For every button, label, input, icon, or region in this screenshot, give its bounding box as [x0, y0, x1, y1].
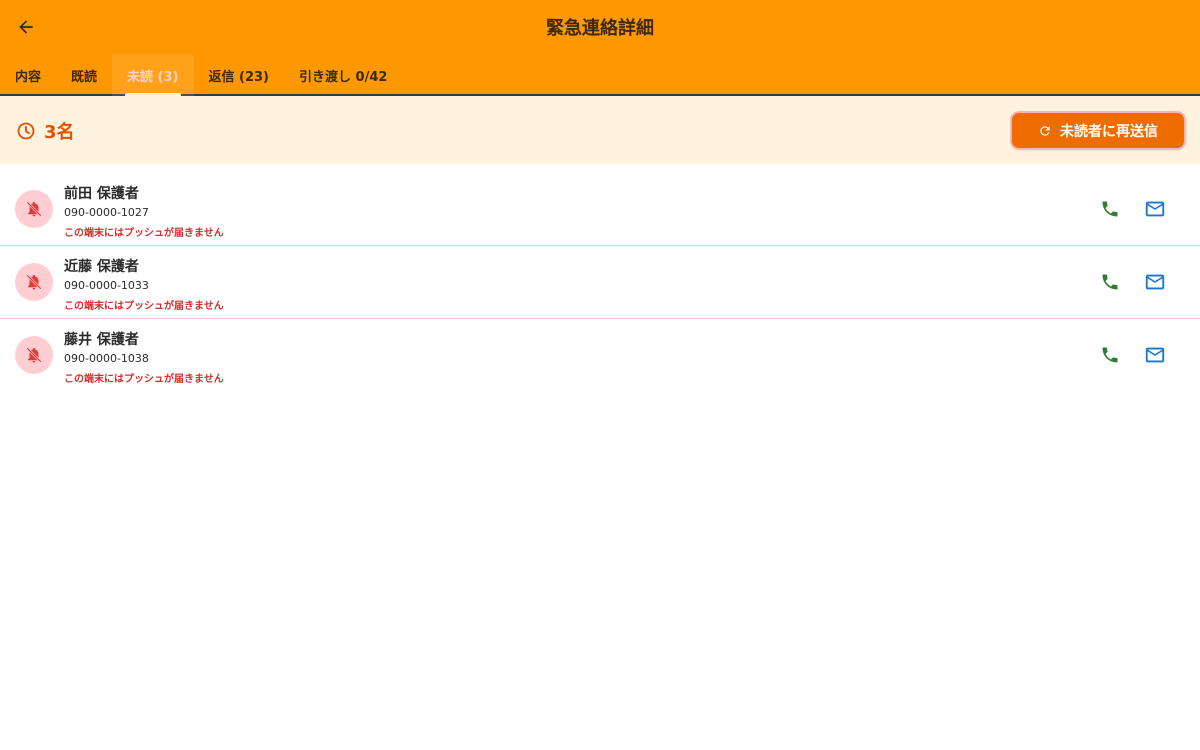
resend-unread-button[interactable]: 未読者に再送信: [1012, 113, 1184, 148]
unread-count: 3名: [16, 118, 75, 144]
tab-read[interactable]: 既読: [56, 54, 112, 96]
tab-label: 未読 (3): [127, 69, 179, 85]
email-button[interactable]: [1143, 197, 1167, 221]
mail-icon: [1145, 347, 1165, 363]
tab-label: 引き渡し 0/42: [299, 69, 388, 85]
arrow-left-icon: [19, 20, 33, 34]
tab-bar: 内容 既読 未読 (3) 返信 (23) 引き渡し 0/42: [0, 54, 402, 96]
recipient-phone: 090-0000-1027: [64, 206, 149, 219]
unread-summary-bar: 3名 未読者に再送信: [0, 96, 1200, 164]
phone-icon: [1102, 274, 1118, 290]
list-item[interactable]: 前田 保護者 090-0000-1027 この端末にはプッシュが届きません: [0, 173, 1200, 246]
resend-button-label: 未読者に再送信: [1060, 123, 1158, 140]
unread-recipient-list: 前田 保護者 090-0000-1027 この端末にはプッシュが届きません 近藤…: [0, 173, 1200, 391]
app-bar: 緊急連絡詳細 内容 既読 未読 (3) 返信 (23) 引き渡し 0/42: [0, 0, 1200, 96]
recipient-phone: 090-0000-1038: [64, 352, 149, 365]
tab-handover[interactable]: 引き渡し 0/42: [284, 54, 402, 96]
recipient-phone: 090-0000-1033: [64, 279, 149, 292]
push-warning: この端末にはプッシュが届きません: [64, 301, 224, 312]
avatar: [15, 190, 53, 228]
avatar: [15, 263, 53, 301]
list-item[interactable]: 藤井 保護者 090-0000-1038 この端末にはプッシュが届きません: [0, 319, 1200, 391]
mail-icon: [1145, 274, 1165, 290]
back-button[interactable]: [10, 12, 42, 42]
clock-icon: [17, 122, 35, 140]
phone-icon: [1102, 347, 1118, 363]
unread-count-text: 3名: [44, 122, 75, 143]
notifications-off-icon: [26, 201, 42, 217]
tab-content[interactable]: 内容: [0, 54, 56, 96]
call-button[interactable]: [1098, 197, 1122, 221]
avatar: [15, 336, 53, 374]
phone-icon: [1102, 201, 1118, 217]
recipient-name: 藤井 保護者: [64, 332, 139, 348]
list-item[interactable]: 近藤 保護者 090-0000-1033 この端末にはプッシュが届きません: [0, 246, 1200, 319]
call-button[interactable]: [1098, 270, 1122, 294]
notifications-off-icon: [26, 274, 42, 290]
push-warning: この端末にはプッシュが届きません: [64, 228, 224, 239]
tab-replies[interactable]: 返信 (23): [194, 54, 285, 96]
recipient-name: 前田 保護者: [64, 186, 139, 202]
notifications-off-icon: [26, 347, 42, 363]
tab-label: 返信 (23): [208, 69, 270, 85]
tab-label: 既読: [71, 69, 98, 85]
mail-icon: [1145, 201, 1165, 217]
call-button[interactable]: [1098, 343, 1122, 367]
tab-label: 内容: [15, 69, 42, 85]
push-warning: この端末にはプッシュが届きません: [64, 374, 224, 385]
email-button[interactable]: [1143, 270, 1167, 294]
tab-unread[interactable]: 未読 (3): [112, 54, 194, 96]
recipient-name: 近藤 保護者: [64, 259, 139, 275]
page-title: 緊急連絡詳細: [546, 18, 654, 39]
email-button[interactable]: [1143, 343, 1167, 367]
refresh-icon: [1040, 125, 1050, 136]
